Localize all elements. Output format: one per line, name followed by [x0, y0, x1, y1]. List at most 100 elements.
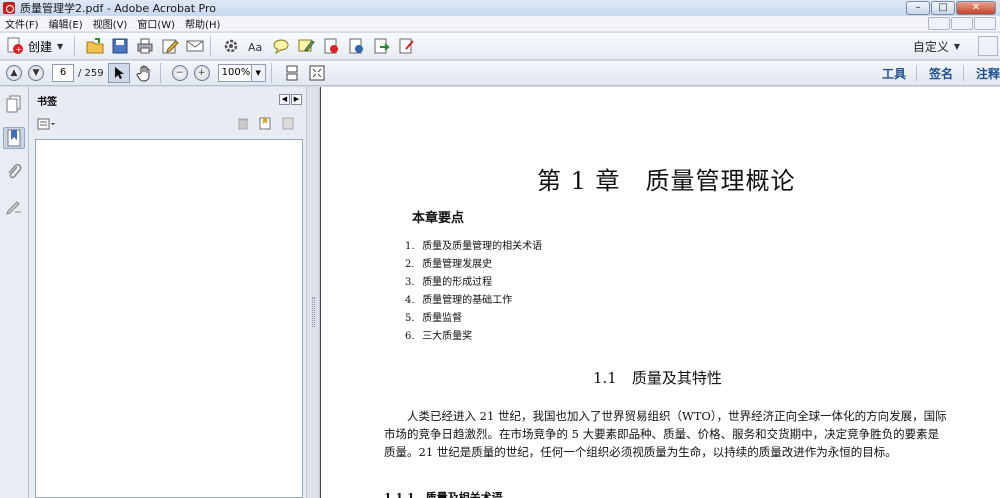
section-title: 1.1 质量及其特性 — [593, 369, 722, 387]
key-points-title: 本章要点 — [412, 211, 465, 226]
menu-help[interactable]: 帮助(H) — [180, 16, 225, 31]
select-tool-icon[interactable] — [107, 63, 130, 83]
bookmarks-list[interactable] — [35, 139, 303, 498]
minimize-button[interactable]: – — [906, 1, 930, 15]
sign-link[interactable]: 签名 — [929, 65, 953, 82]
zoom-level-input[interactable]: 100% — [217, 64, 252, 82]
menu-edit[interactable]: 编辑(E) — [44, 16, 88, 31]
expand-panel-icon[interactable]: ▶ — [291, 94, 302, 105]
delete-bookmark-icon[interactable] — [236, 116, 250, 130]
list-number: 5. — [405, 313, 415, 324]
chapter-title: 第 1 章 质量管理概论 — [537, 167, 796, 195]
doc-close-button[interactable] — [974, 17, 996, 30]
bookmarks-title: 书签 — [37, 96, 57, 108]
link-divider — [915, 65, 917, 81]
window-title: 质量管理学2.pdf - Adobe Acrobat Pro — [20, 2, 216, 15]
maximize-button[interactable]: □ — [931, 1, 955, 15]
zoom-dropdown-icon[interactable]: ▼ — [251, 64, 266, 82]
attachments-icon[interactable] — [3, 161, 25, 183]
list-text: 质量管理的基础工作 — [422, 295, 513, 306]
panel-controls: ◀ ▶ — [278, 94, 302, 105]
page-total: / 259 — [78, 67, 104, 79]
list-text: 质量的形成过程 — [422, 277, 493, 288]
acrobat-icon — [3, 2, 15, 14]
options-menu-icon[interactable] — [37, 118, 57, 130]
sign-icon[interactable] — [346, 36, 366, 56]
create-pdf-icon: + — [7, 37, 23, 54]
link-divider — [962, 65, 964, 81]
toolbar-divider — [74, 36, 76, 56]
title-bar: 质量管理学2.pdf - Adobe Acrobat Pro – □ ✕ — [0, 0, 1000, 16]
create-button[interactable]: + 创建 ▼ — [6, 35, 69, 57]
page-number-input[interactable]: 6 — [52, 64, 74, 82]
svg-text:+: + — [15, 45, 22, 54]
bookmarks-header: 书签 ◀ ▶ — [29, 87, 306, 113]
list-item: 4. 质量管理的基础工作 — [405, 294, 542, 312]
save-icon[interactable] — [110, 36, 130, 56]
splitter-grip[interactable] — [312, 297, 315, 327]
comment-link[interactable]: 注释 — [976, 65, 1000, 82]
body-paragraph: 人类已经进入 21 世纪，我国也加入了世界贸易组织（WTO），世界经济正向全球一… — [384, 409, 947, 459]
highlight-icon[interactable] — [296, 36, 316, 56]
doc-minimize-button[interactable] — [928, 17, 950, 30]
menu-bar: 文件(F) 编辑(E) 视图(V) 窗口(W) 帮助(H) — [0, 16, 1000, 32]
tag-bookmark-icon[interactable] — [282, 116, 296, 130]
list-item: 6. 三大质量奖 — [405, 330, 542, 348]
expand-toolbar-button[interactable] — [978, 36, 998, 56]
list-text: 三大质量奖 — [422, 331, 473, 342]
key-points-list: 1. 质量及质量管理的相关术语 2. 质量管理发展史 3. 质量的形成过程 4.… — [405, 240, 542, 348]
list-number: 6. — [405, 331, 415, 342]
customize-label: 自定义 — [912, 40, 949, 54]
menu-file[interactable]: 文件(F) — [0, 16, 44, 31]
next-page-icon[interactable]: ▼ — [28, 65, 44, 81]
export-icon[interactable] — [371, 36, 391, 56]
hand-tool-icon[interactable] — [135, 63, 155, 83]
form-icon[interactable] — [396, 36, 416, 56]
print-icon[interactable] — [135, 36, 155, 56]
bookmark-actions — [227, 116, 296, 130]
scroll-mode-icon[interactable] — [282, 63, 302, 83]
task-pane-links: 工具 签名 注释 — [860, 65, 1000, 82]
list-number: 4. — [405, 295, 415, 306]
comment-icon[interactable] — [271, 36, 291, 56]
navigation-toolbar: ▲ ▼ 6 / 259 − + 100% ▼ 工具 签名 注释 — [0, 61, 1000, 86]
list-item: 2. 质量管理发展史 — [405, 258, 542, 276]
svg-text:Aa: Aa — [248, 41, 262, 54]
text-icon[interactable]: Aa — [246, 36, 266, 56]
document-viewport[interactable]: 第 1 章 质量管理概论 本章要点 1. 质量及质量管理的相关术语 2. 质量管… — [320, 87, 1000, 498]
zoom-in-icon[interactable]: + — [193, 65, 210, 81]
email-icon[interactable] — [185, 36, 205, 56]
document-window-controls — [927, 17, 996, 30]
close-button[interactable]: ✕ — [956, 1, 996, 15]
zoom-out-icon[interactable]: − — [171, 65, 188, 81]
gear-icon[interactable] — [221, 36, 241, 56]
list-text: 质量管理发展史 — [422, 259, 493, 270]
menu-view[interactable]: 视图(V) — [88, 16, 133, 31]
list-number: 3. — [405, 277, 415, 288]
main-toolbar: + 创建 ▼ Aa 自定义 ▼ — [0, 33, 1000, 60]
fit-page-icon[interactable] — [307, 63, 327, 83]
bookmarks-toolbar — [29, 113, 306, 135]
new-bookmark-icon[interactable] — [259, 116, 273, 130]
subsection-title: 1.1.1 质量及相关术语 — [384, 491, 503, 498]
previous-page-icon[interactable]: ▲ — [6, 65, 22, 81]
navigation-pane — [0, 87, 29, 498]
toolbar-divider — [159, 63, 161, 83]
menu-window[interactable]: 窗口(W) — [132, 16, 180, 31]
tools-link[interactable]: 工具 — [882, 65, 906, 82]
window-controls: – □ ✕ — [905, 1, 996, 15]
open-icon[interactable] — [85, 36, 105, 56]
doc-restore-button[interactable] — [951, 17, 973, 30]
toolbar-divider — [210, 36, 212, 56]
bookmarks-icon[interactable] — [3, 127, 25, 149]
customize-dropdown[interactable]: 自定义 ▼ — [913, 38, 960, 55]
panel-splitter[interactable] — [306, 87, 320, 498]
edit-icon[interactable] — [160, 36, 180, 56]
page-thumbnails-icon[interactable] — [3, 93, 25, 115]
collapse-panel-icon[interactable]: ◀ — [279, 94, 290, 105]
secure-icon[interactable] — [321, 36, 341, 56]
bookmarks-panel: 书签 ◀ ▶ — [29, 87, 306, 498]
signatures-icon[interactable] — [3, 195, 25, 217]
toolbar-divider — [270, 63, 272, 83]
list-text: 质量监督 — [422, 313, 463, 324]
